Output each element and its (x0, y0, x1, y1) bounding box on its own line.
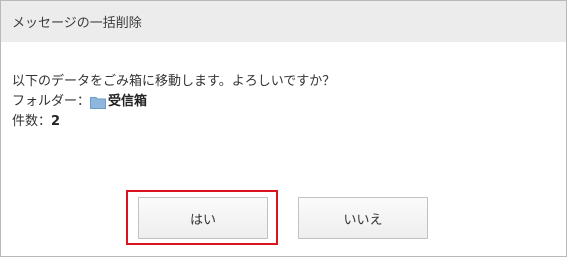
dialog-header: メッセージの一括削除 (1, 1, 566, 42)
dialog-body: 以下のデータをごみ箱に移動します。よろしいですか？ フォルダー： 受信箱 件数：… (1, 42, 566, 132)
confirmation-message-row: 以下のデータをごみ箱に移動します。よろしいですか？ (12, 72, 566, 92)
folder-icon (90, 96, 107, 109)
folder-name: 受信箱 (108, 94, 148, 109)
folder-label: フォルダー： (12, 94, 91, 109)
count-row: 件数： 2 (12, 112, 566, 132)
yes-button[interactable]: はい (138, 197, 268, 239)
count-value: 2 (51, 114, 61, 129)
count-label: 件数： (12, 114, 52, 129)
delete-messages-dialog: メッセージの一括削除 以下のデータをごみ箱に移動します。よろしいですか？ フォル… (0, 0, 567, 257)
folder-row: フォルダー： 受信箱 (12, 92, 566, 112)
no-button[interactable]: いいえ (298, 197, 428, 239)
dialog-actions: はい いいえ (1, 190, 566, 250)
confirmation-message: 以下のデータをごみ箱に移動します。よろしいですか？ (12, 74, 336, 89)
dialog-title: メッセージの一括削除 (12, 16, 142, 31)
